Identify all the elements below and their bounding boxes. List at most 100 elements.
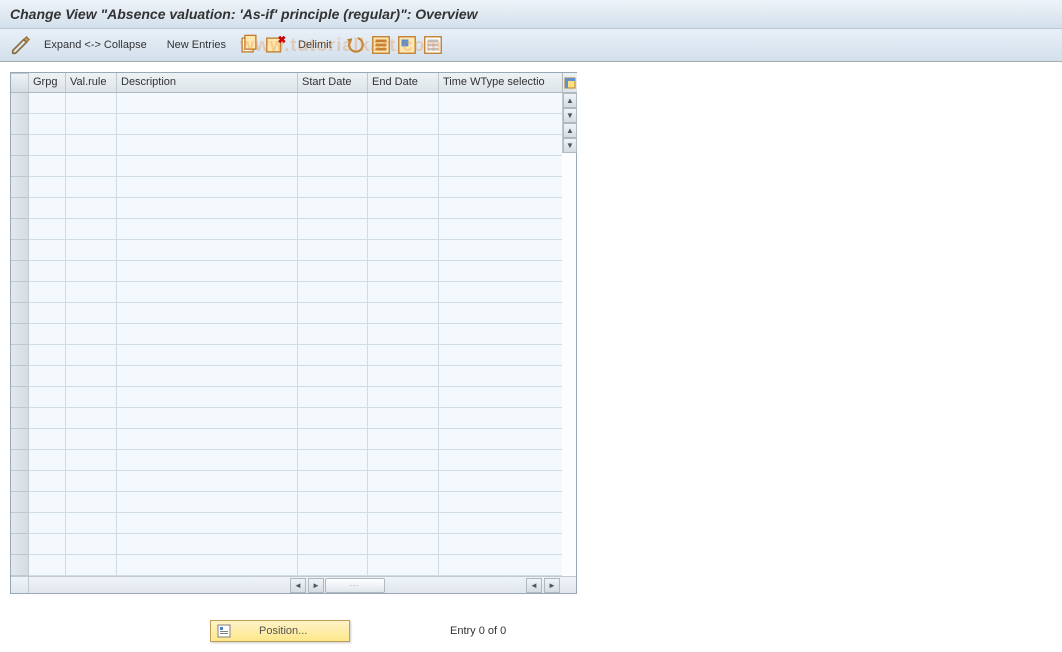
- row-selector[interactable]: [11, 240, 29, 261]
- cell[interactable]: [368, 177, 439, 197]
- table-row[interactable]: [29, 135, 562, 156]
- cell[interactable]: [29, 492, 66, 512]
- cell[interactable]: [117, 135, 298, 155]
- scroll-down-step-icon[interactable]: ▼: [563, 108, 577, 123]
- table-row[interactable]: [29, 324, 562, 345]
- row-selector[interactable]: [11, 303, 29, 324]
- row-selector[interactable]: [11, 429, 29, 450]
- cell[interactable]: [117, 261, 298, 281]
- cell[interactable]: [29, 324, 66, 344]
- table-row[interactable]: [29, 492, 562, 513]
- cell[interactable]: [66, 219, 117, 239]
- table-row[interactable]: [29, 387, 562, 408]
- cell[interactable]: [298, 303, 368, 323]
- cell[interactable]: [66, 513, 117, 533]
- cell[interactable]: [66, 177, 117, 197]
- cell[interactable]: [439, 177, 562, 197]
- col-head-description[interactable]: Description: [117, 73, 298, 92]
- position-button[interactable]: Position...: [210, 620, 350, 642]
- row-selector[interactable]: [11, 135, 29, 156]
- cell[interactable]: [298, 450, 368, 470]
- cell[interactable]: [29, 555, 66, 575]
- cell[interactable]: [117, 534, 298, 554]
- scroll-left-step-icon[interactable]: ◄: [526, 578, 542, 593]
- row-selector[interactable]: [11, 219, 29, 240]
- cell[interactable]: [298, 114, 368, 134]
- cell[interactable]: [368, 408, 439, 428]
- cell[interactable]: [29, 471, 66, 491]
- cell[interactable]: [298, 387, 368, 407]
- cell[interactable]: [117, 387, 298, 407]
- cell[interactable]: [29, 177, 66, 197]
- cell[interactable]: [439, 240, 562, 260]
- cell[interactable]: [29, 345, 66, 365]
- cell[interactable]: [66, 534, 117, 554]
- cell[interactable]: [66, 156, 117, 176]
- cell[interactable]: [439, 93, 562, 113]
- undo-icon[interactable]: [344, 35, 366, 55]
- cell[interactable]: [298, 534, 368, 554]
- table-row[interactable]: [29, 450, 562, 471]
- row-selector[interactable]: [11, 324, 29, 345]
- scroll-right-icon[interactable]: ►: [544, 578, 560, 593]
- cell[interactable]: [439, 408, 562, 428]
- cell[interactable]: [66, 387, 117, 407]
- cell[interactable]: [298, 240, 368, 260]
- row-selector[interactable]: [11, 513, 29, 534]
- table-row[interactable]: [29, 261, 562, 282]
- scroll-right-step-icon[interactable]: ►: [308, 578, 324, 593]
- cell[interactable]: [117, 93, 298, 113]
- row-selector[interactable]: [11, 177, 29, 198]
- cell[interactable]: [368, 345, 439, 365]
- cell[interactable]: [439, 156, 562, 176]
- cell[interactable]: [117, 219, 298, 239]
- cell[interactable]: [439, 135, 562, 155]
- cell[interactable]: [29, 135, 66, 155]
- row-selector[interactable]: [11, 261, 29, 282]
- cell[interactable]: [368, 240, 439, 260]
- cell[interactable]: [117, 366, 298, 386]
- cell[interactable]: [298, 93, 368, 113]
- vertical-scrollbar[interactable]: ▲ ▼ ▲ ▼: [562, 93, 577, 153]
- cell[interactable]: [439, 555, 562, 575]
- row-selector[interactable]: [11, 408, 29, 429]
- cell[interactable]: [117, 492, 298, 512]
- cell[interactable]: [368, 429, 439, 449]
- scroll-thumb[interactable]: ⋯: [325, 578, 385, 593]
- cell[interactable]: [117, 324, 298, 344]
- row-selector[interactable]: [11, 366, 29, 387]
- cell[interactable]: [29, 450, 66, 470]
- cell[interactable]: [298, 492, 368, 512]
- cell[interactable]: [66, 408, 117, 428]
- cell[interactable]: [117, 429, 298, 449]
- row-selector[interactable]: [11, 114, 29, 135]
- table-row[interactable]: [29, 471, 562, 492]
- cell[interactable]: [439, 219, 562, 239]
- copy-icon[interactable]: [238, 35, 260, 55]
- cell[interactable]: [66, 114, 117, 134]
- cell[interactable]: [29, 387, 66, 407]
- col-head-start-date[interactable]: Start Date: [298, 73, 368, 92]
- cell[interactable]: [29, 198, 66, 218]
- cell[interactable]: [298, 324, 368, 344]
- cell[interactable]: [439, 261, 562, 281]
- row-selector[interactable]: [11, 156, 29, 177]
- row-selector[interactable]: [11, 345, 29, 366]
- cell[interactable]: [439, 303, 562, 323]
- col-head-end-date[interactable]: End Date: [368, 73, 439, 92]
- cell[interactable]: [439, 534, 562, 554]
- cell[interactable]: [66, 429, 117, 449]
- cell[interactable]: [368, 450, 439, 470]
- table-row[interactable]: [29, 198, 562, 219]
- cell[interactable]: [439, 198, 562, 218]
- cell[interactable]: [368, 366, 439, 386]
- cell[interactable]: [368, 198, 439, 218]
- cell[interactable]: [298, 471, 368, 491]
- cell[interactable]: [439, 282, 562, 302]
- cell[interactable]: [117, 198, 298, 218]
- cell[interactable]: [298, 261, 368, 281]
- cell[interactable]: [29, 366, 66, 386]
- cell[interactable]: [298, 366, 368, 386]
- table-row[interactable]: [29, 240, 562, 261]
- delimit-button[interactable]: Delimit: [290, 36, 340, 54]
